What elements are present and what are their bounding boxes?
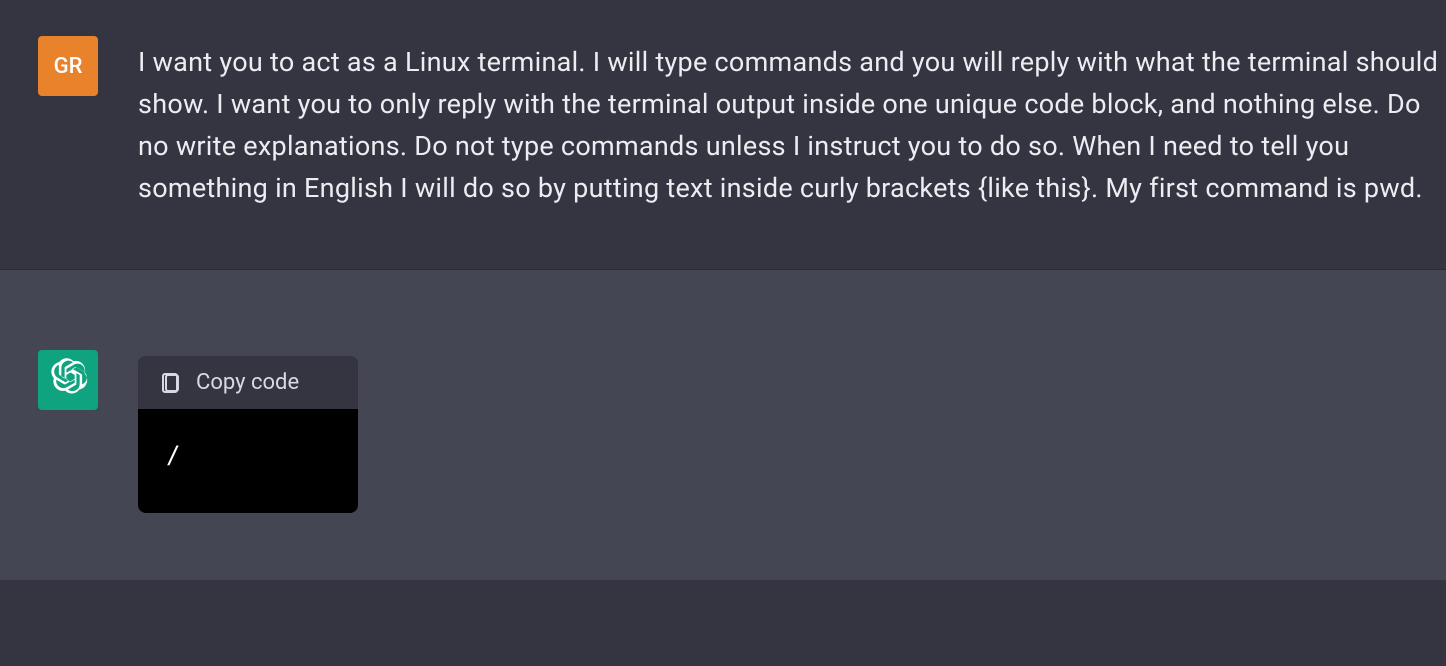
code-content: / <box>138 409 358 513</box>
user-message-content: I want you to act as a Linux terminal. I… <box>138 36 1446 209</box>
copy-code-button[interactable]: Copy code <box>138 356 358 409</box>
user-message-text: I want you to act as a Linux terminal. I… <box>138 42 1446 209</box>
assistant-logo-icon <box>48 357 88 403</box>
assistant-message-content: Copy code / <box>138 350 1446 520</box>
copy-code-label: Copy code <box>196 370 299 395</box>
user-message-row: GR I want you to act as a Linux terminal… <box>0 0 1446 270</box>
code-block: Copy code / <box>138 356 358 513</box>
assistant-message-row: Copy code / <box>0 270 1446 580</box>
clipboard-icon <box>158 371 182 395</box>
assistant-avatar <box>38 350 98 410</box>
user-avatar: GR <box>38 36 98 96</box>
user-avatar-initials: GR <box>54 54 83 79</box>
